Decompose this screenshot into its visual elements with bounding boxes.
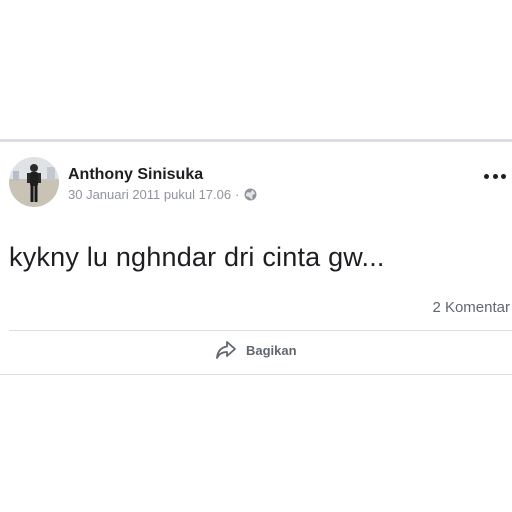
comments-count-link[interactable]: 2 Komentar bbox=[432, 299, 510, 316]
post-card: Anthony Sinisuka 30 Januari 2011 pukul 1… bbox=[0, 139, 512, 375]
page: Anthony Sinisuka 30 Januari 2011 pukul 1… bbox=[0, 0, 512, 512]
post-body: kykny lu nghndar dri cinta gw... bbox=[9, 242, 385, 272]
post-meta: 30 Januari 2011 pukul 17.06 · bbox=[68, 186, 257, 202]
action-divider bbox=[9, 330, 512, 331]
share-button[interactable]: Bagikan bbox=[214, 338, 297, 362]
post-timestamp[interactable]: 30 Januari 2011 pukul 17.06 bbox=[68, 187, 231, 202]
more-options-icon[interactable] bbox=[484, 170, 506, 182]
globe-icon bbox=[244, 188, 257, 201]
share-arrow-icon bbox=[214, 339, 238, 361]
author-name[interactable]: Anthony Sinisuka bbox=[68, 166, 203, 184]
meta-separator: · bbox=[235, 186, 240, 202]
avatar[interactable] bbox=[9, 157, 59, 207]
share-label: Bagikan bbox=[246, 342, 297, 358]
